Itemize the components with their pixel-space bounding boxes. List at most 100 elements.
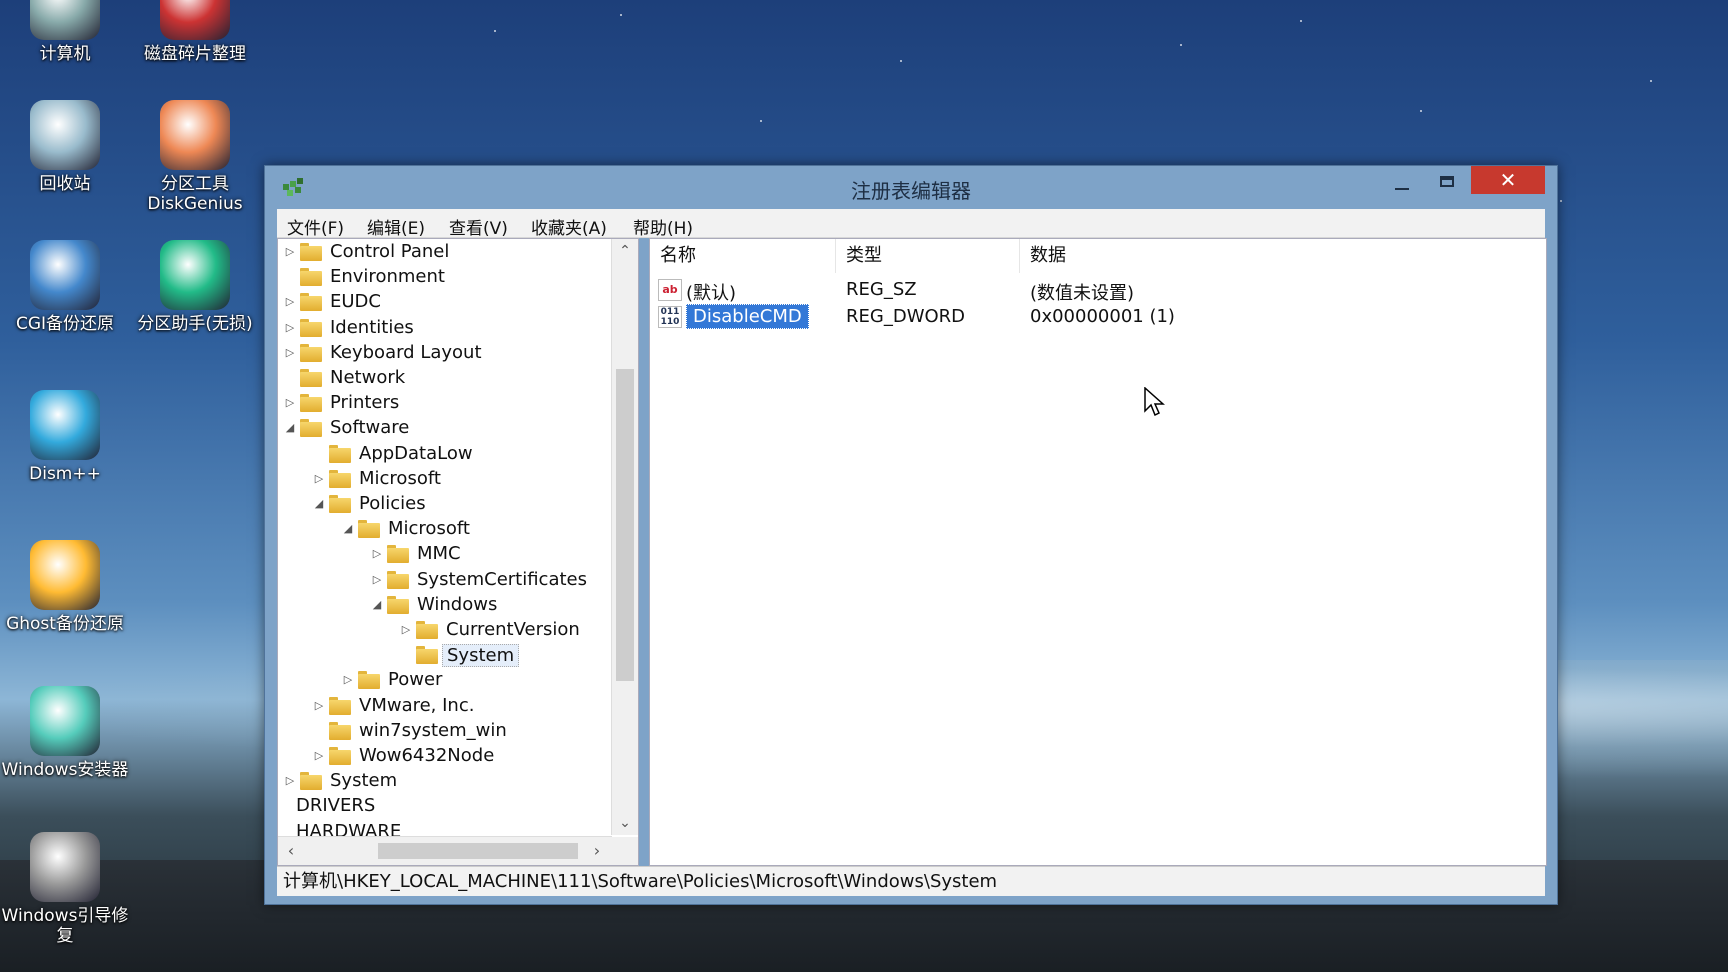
expand-arrow-icon[interactable]: ▷	[313, 749, 325, 763]
value-type: REG_SZ	[846, 279, 917, 300]
tree-node-label: EUDC	[330, 291, 381, 313]
desktop-icon-label: 分区工具 DiskGenius	[147, 174, 243, 214]
desktop-icon-10[interactable]: Windows引导修复	[0, 832, 130, 946]
desktop-icon-3[interactable]: 回收站	[0, 100, 130, 194]
folder-icon	[300, 243, 322, 261]
folder-icon	[387, 570, 409, 589]
desktop-icon-label: 分区助手(无损)	[137, 314, 253, 334]
tree-node-label: MMC	[417, 543, 461, 565]
menu-edit[interactable]: 编辑(E)	[367, 214, 425, 239]
folder-icon	[329, 721, 351, 740]
expand-arrow-icon[interactable]: ▷	[284, 774, 296, 788]
value-row[interactable]: 011 110 DisableCMD REG_DWORD 0x00000001 (1)	[650, 304, 1546, 330]
value-data: (数值未设置)	[1030, 283, 1135, 304]
desktop-icon-7[interactable]: Dism++	[0, 390, 130, 484]
menu-favorites[interactable]: 收藏夹(A)	[531, 214, 607, 239]
folder-icon	[329, 696, 351, 715]
tree-node-label: Wow6432Node	[359, 745, 495, 766]
desktop-icon-9[interactable]: Windows安装器	[0, 686, 130, 780]
tree-node-label: Software	[330, 417, 410, 439]
tree-hscroll-thumb[interactable]	[378, 843, 578, 859]
tree-node-label: Identities	[330, 316, 414, 338]
scroll-left-icon[interactable]: ‹	[280, 837, 302, 865]
value-name[interactable]: DisableCMD	[686, 304, 809, 329]
desktop-icon-6[interactable]: 分区助手(无损)	[130, 240, 260, 334]
expand-arrow-icon[interactable]: ▷	[313, 699, 325, 713]
expand-arrow-icon[interactable]: ▷	[284, 245, 296, 259]
tree-node-label: Control Panel	[330, 241, 450, 262]
desktop-icon-8[interactable]: Ghost备份还原	[0, 540, 130, 634]
collapse-arrow-icon[interactable]: ◢	[284, 421, 296, 435]
folder-icon	[387, 545, 409, 564]
tree-vertical-scrollbar[interactable]: ⌃ ⌄	[611, 239, 638, 835]
minimize-button[interactable]	[1381, 170, 1421, 196]
tree-vscroll-thumb[interactable]	[616, 369, 634, 681]
column-header-type[interactable]: 类型	[836, 239, 1020, 273]
desktop-icon-label: 计算机	[39, 44, 91, 64]
collapse-arrow-icon[interactable]: ◢	[313, 497, 325, 511]
tree-node-label: VMware, Inc.	[359, 694, 475, 716]
expand-arrow-icon[interactable]: ▷	[284, 346, 296, 360]
menu-file[interactable]: 文件(F)	[287, 214, 344, 239]
close-button[interactable]: ✕	[1471, 166, 1545, 194]
regedit-window[interactable]: 注册表编辑器 ✕ 文件(F) 编辑(E) 查看(V) 收藏夹(A) 帮助(H) …	[264, 165, 1558, 905]
close-icon: ✕	[1499, 168, 1517, 192]
tree-node-label: Keyboard Layout	[330, 341, 482, 363]
tree-node-label: Power	[388, 669, 443, 691]
collapse-arrow-icon[interactable]: ◢	[371, 598, 383, 612]
folder-icon	[300, 343, 322, 362]
title-bar[interactable]: 注册表编辑器 ✕	[265, 166, 1557, 208]
scroll-up-icon[interactable]: ⌃	[612, 239, 638, 263]
menu-help[interactable]: 帮助(H)	[633, 214, 693, 239]
expand-arrow-icon[interactable]: ▷	[371, 573, 383, 587]
tree-node-label: System	[442, 644, 520, 668]
folder-icon	[300, 394, 322, 413]
menu-bar: 文件(F) 编辑(E) 查看(V) 收藏夹(A) 帮助(H)	[277, 209, 1545, 239]
value-name[interactable]: (默认)	[686, 279, 736, 305]
recycle-bin-icon	[30, 100, 100, 170]
menu-view[interactable]: 查看(V)	[449, 214, 508, 239]
key-tree-pane[interactable]: ▷ Control Panel Environment ▷ EUDC ▷ Identitie…	[277, 238, 639, 866]
expand-arrow-icon[interactable]: ▷	[342, 673, 354, 687]
folder-icon	[329, 495, 351, 513]
collapse-arrow-icon[interactable]: ◢	[342, 522, 354, 536]
desktop-icon-2[interactable]: 磁盘碎片整理	[130, 0, 260, 64]
values-list-pane[interactable]: 名称 类型 数据 ab (默认) REG_SZ (数值未设置) 011 110 Disabl…	[649, 238, 1547, 866]
desktop-icon-4[interactable]: 分区工具 DiskGenius	[130, 100, 260, 214]
maximize-button[interactable]	[1427, 170, 1467, 196]
tree-node-label: Windows	[417, 593, 498, 615]
tree-node-label: System	[330, 770, 398, 792]
status-bar-path: 计算机\HKEY_LOCAL_MACHINE\111\Software\Poli…	[277, 866, 1545, 896]
windows-installer-icon	[30, 686, 100, 756]
scroll-down-icon[interactable]: ⌄	[612, 811, 638, 835]
tree-node-label: Environment	[330, 266, 445, 288]
folder-icon	[387, 595, 409, 614]
tree-node-label: Printers	[330, 392, 400, 414]
folder-icon	[329, 469, 351, 488]
dword-value-icon: 011 110	[658, 306, 682, 328]
tree-node-label: CurrentVersion	[446, 619, 580, 640]
tree-horizontal-scrollbar[interactable]: ‹ ›	[278, 836, 612, 865]
desktop-icon-label: CGI备份还原	[15, 314, 115, 334]
expand-arrow-icon[interactable]: ▷	[284, 295, 296, 309]
expand-arrow-icon[interactable]: ▷	[371, 547, 383, 561]
desktop-icon-5[interactable]: CGI备份还原	[0, 240, 130, 334]
expand-arrow-icon[interactable]: ▷	[284, 396, 296, 410]
expand-arrow-icon[interactable]: ▷	[400, 623, 412, 637]
value-row[interactable]: ab (默认) REG_SZ (数值未设置)	[650, 277, 1546, 305]
value-type: REG_DWORD	[846, 306, 966, 327]
ghost-icon	[30, 540, 100, 610]
defrag-icon	[160, 0, 230, 40]
scroll-right-icon[interactable]: ›	[586, 837, 608, 865]
expand-arrow-icon[interactable]: ▷	[284, 321, 296, 335]
expand-arrow-icon[interactable]: ▷	[313, 472, 325, 486]
tree-node-label: win7system_win	[359, 719, 507, 741]
column-header-name[interactable]: 名称	[650, 239, 836, 273]
desktop-icon-1[interactable]: 计算机	[0, 0, 130, 64]
dism-icon	[30, 390, 100, 460]
tree-node-label: SystemCertificates	[417, 568, 587, 590]
tree-node-label: AppDataLow	[359, 442, 473, 464]
diskgenius-icon	[160, 100, 230, 170]
column-header-data[interactable]: 数据	[1020, 239, 1546, 273]
folder-icon	[329, 747, 351, 765]
